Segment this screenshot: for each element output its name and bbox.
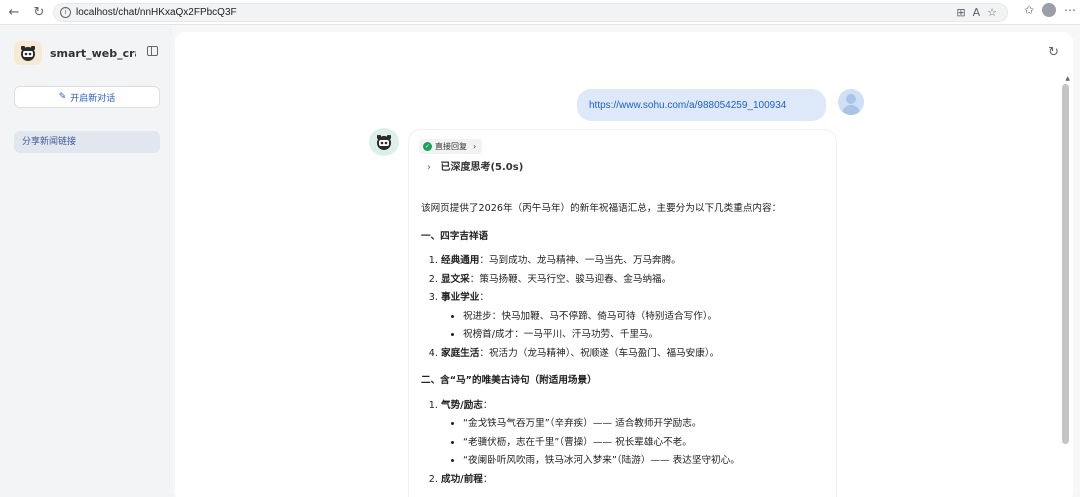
direct-reply-tag[interactable]: ✓ 直接回复 › <box>419 139 483 154</box>
back-icon[interactable]: ← <box>4 2 24 22</box>
thinking-toggle[interactable]: › 已深度思考(5.0s) <box>427 158 523 173</box>
section-list: 气势/励志： “金戈铁马气吞万里”（辛弃疾）—— 适合教师开学励志。 “老骥伏枥… <box>421 397 831 490</box>
sub-item: “金戈铁马气吞万里”（辛弃疾）—— 适合教师开学励志。 <box>463 415 831 434</box>
favorite-icon[interactable]: ☆ <box>987 6 997 19</box>
thinking-label: 已深度思考(5.0s) <box>440 162 524 173</box>
refresh-chat-icon[interactable]: ↻ <box>1048 45 1059 60</box>
sub-item: “老骥伏枥，志在千里”（曹操）—— 祝长辈雄心不老。 <box>463 434 831 453</box>
check-icon: ✓ <box>423 142 432 151</box>
intro-text: 该网页提供了2026年（丙午马年）的新年祝福语汇总，主要分为以下几类重点内容： <box>421 203 782 214</box>
split-icon[interactable]: ⊞ <box>956 6 965 19</box>
sub-item: “夜阑卧听风吹雨，铁马冰河入梦来”（陆游）—— 表达坚守初心。 <box>463 452 831 471</box>
collections-icon[interactable]: ✩ <box>1024 3 1034 17</box>
browser-toolbar: ← ↻ i localhost/chat/nnHKxaQx2FPbcQ3F ⊞ … <box>0 0 1080 25</box>
brand: smart_web_cra... <box>14 41 136 65</box>
list-item: 气势/励志： “金戈铁马气吞万里”（辛弃疾）—— 适合教师开学励志。 “老骥伏枥… <box>441 397 831 471</box>
chat-panel: ↻ ▲ https://www.sohu.com/a/988054259_100… <box>175 32 1073 497</box>
address-url[interactable]: localhost/chat/nnHKxaQx2FPbcQ3F <box>76 7 237 18</box>
scrollbar[interactable] <box>1062 84 1069 444</box>
read-aloud-icon[interactable]: A <box>973 6 981 19</box>
list-item: 家庭生活：祝活力（龙马精神）、祝顺遂（车马盈门、福马安康）。 <box>441 345 831 364</box>
section-list: 经典通用：马到成功、龙马精神、一马当先、万马奔腾。 显文采：策马扬鞭、天马行空、… <box>421 252 831 363</box>
sub-item: 祝榜首/成才：一马平川、汗马功劳、千里马。 <box>463 326 831 345</box>
scroll-up-icon[interactable]: ▲ <box>1065 75 1070 82</box>
sub-item: 祝进步：快马加鞭、马不停蹄、倚马可待（特别适合写作）。 <box>463 308 831 327</box>
message-content: 该网页提供了2026年（丙午马年）的新年祝福语汇总，主要分为以下几类重点内容： … <box>421 200 831 497</box>
user-message: https://www.sohu.com/a/988054259_100934 <box>577 89 826 121</box>
address-bar[interactable]: i localhost/chat/nnHKxaQx2FPbcQ3F ⊞ A ☆ <box>53 3 1008 22</box>
chevron-right-icon: › <box>427 162 431 173</box>
list-item: 事业学业： 祝进步：快马加鞭、马不停蹄、倚马可待（特别适合写作）。 祝榜首/成才… <box>441 289 831 345</box>
profile-icon[interactable] <box>1042 3 1056 17</box>
chevron-right-icon: › <box>473 142 477 151</box>
user-avatar <box>838 89 864 115</box>
more-icon[interactable]: ⋯ <box>1064 3 1076 17</box>
direct-reply-label: 直接回复 <box>435 142 467 151</box>
app-name: smart_web_cra... <box>50 46 136 60</box>
app-logo <box>14 41 42 65</box>
info-icon[interactable]: i <box>60 7 71 18</box>
list-item: 显文采：策马扬鞭、天马行空、骏马迎春、金马纳福。 <box>441 271 831 290</box>
sidebar-toggle-icon[interactable] <box>147 46 158 56</box>
new-chat-label: 开启新对话 <box>70 93 116 104</box>
section-heading: 一、四字吉祥语 <box>421 230 489 242</box>
edit-icon: ✎ <box>58 92 67 102</box>
list-item: 成功/前程： <box>441 471 831 490</box>
new-chat-button[interactable]: ✎ 开启新对话 <box>14 86 160 108</box>
section-heading: 二、含“马”的唯美古诗句（附适用场景） <box>421 375 597 386</box>
list-item: 经典通用：马到成功、龙马精神、一马当先、万马奔腾。 <box>441 252 831 271</box>
sidebar: smart_web_cra... ✎ 开启新对话 分享新闻链接 <box>0 26 173 497</box>
refresh-icon[interactable]: ↻ <box>29 2 49 22</box>
history-item[interactable]: 分享新闻链接 <box>14 131 160 153</box>
bot-message: ✓ 直接回复 › › 已深度思考(5.0s) 该网页提供了2026年（丙午马年）… <box>409 130 836 497</box>
bot-avatar <box>369 128 399 156</box>
